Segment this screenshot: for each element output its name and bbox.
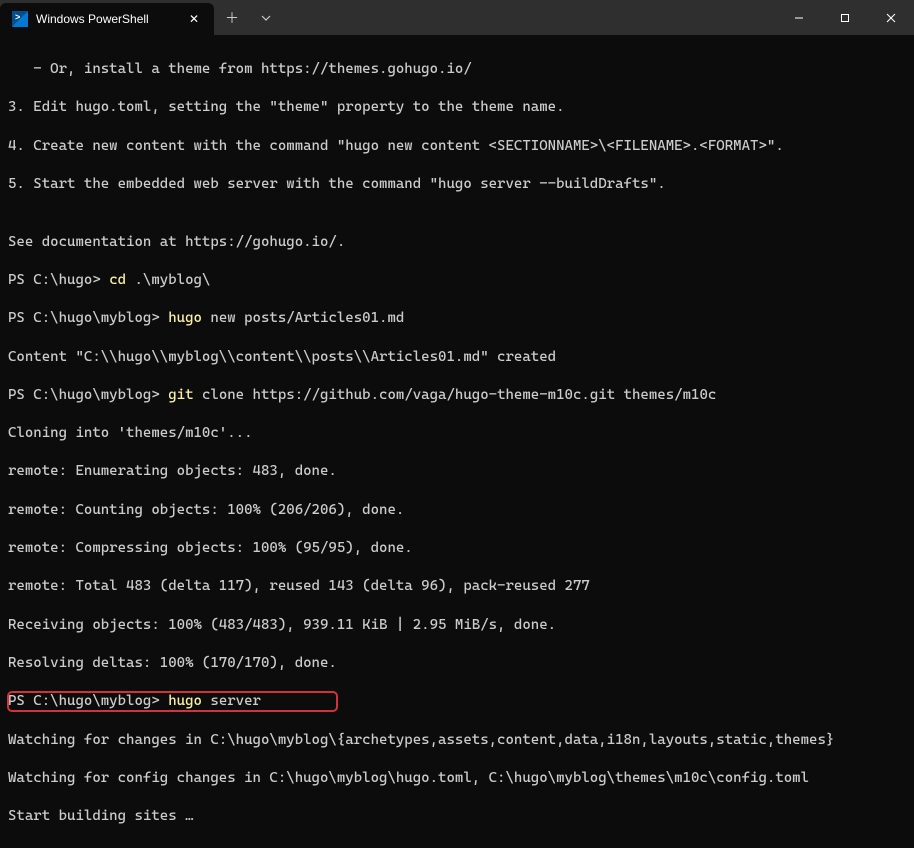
command-arg: clone https://github.com/vaga/hugo-theme…	[202, 387, 716, 403]
output-line: 4. Create new content with the command "…	[8, 137, 906, 156]
output-line: 5. Start the embedded web server with th…	[8, 175, 906, 194]
output-line: 3. Edit hugo.toml, setting the "theme" p…	[8, 98, 906, 117]
tab-dropdown-button[interactable]	[254, 6, 278, 30]
new-tab-button[interactable]: ＋	[220, 6, 244, 30]
powershell-icon	[12, 11, 28, 27]
output-line: Watching for config changes in C:\hugo\m…	[8, 769, 906, 788]
prompt-line: PS C:\hugo\myblog> git clone https://git…	[8, 386, 906, 405]
highlight-box: PS C:\hugo\myblog> hugo server	[8, 692, 337, 711]
output-line: Start building sites …	[8, 807, 906, 826]
command-token: hugo	[168, 693, 210, 709]
maximize-button[interactable]	[822, 13, 868, 23]
command-token: git	[168, 387, 202, 403]
window-titlebar: Windows PowerShell ✕ ＋	[0, 0, 914, 35]
tab-title: Windows PowerShell	[36, 12, 178, 26]
prompt-line: PS C:\hugo> cd .\myblog\	[8, 271, 906, 290]
output-line: - Or, install a theme from https://theme…	[8, 60, 906, 79]
minimize-button[interactable]	[776, 13, 822, 23]
command-arg: server	[210, 693, 261, 709]
output-line: remote: Counting objects: 100% (206/206)…	[8, 501, 906, 520]
output-line: See documentation at https://gohugo.io/.	[8, 233, 906, 252]
output-line: remote: Compressing objects: 100% (95/95…	[8, 539, 906, 558]
ps-prompt: PS C:\hugo>	[8, 272, 109, 288]
terminal-output[interactable]: - Or, install a theme from https://theme…	[0, 35, 914, 848]
output-line: Receiving objects: 100% (483/483), 939.1…	[8, 616, 906, 635]
output-line: Cloning into 'themes/m10c'...	[8, 424, 906, 443]
maximize-icon	[840, 13, 850, 23]
output-line: Content "C:\\hugo\\myblog\\content\\post…	[8, 348, 906, 367]
close-icon	[886, 13, 896, 23]
prompt-line: PS C:\hugo\myblog> hugo new posts/Articl…	[8, 309, 906, 328]
command-token: cd	[109, 272, 134, 288]
output-line: remote: Enumerating objects: 483, done.	[8, 462, 906, 481]
window-controls	[776, 13, 914, 23]
highlighted-command: PS C:\hugo\myblog> hugo server	[8, 692, 906, 711]
minimize-icon	[794, 13, 804, 23]
ps-prompt: PS C:\hugo\myblog>	[8, 310, 168, 326]
output-line: Resolving deltas: 100% (170/170), done.	[8, 654, 906, 673]
close-button[interactable]	[868, 13, 914, 23]
command-arg: .\myblog\	[134, 272, 210, 288]
ps-prompt: PS C:\hugo\myblog>	[8, 387, 168, 403]
tab-close-button[interactable]: ✕	[186, 11, 202, 27]
terminal-tab-active[interactable]: Windows PowerShell ✕	[0, 3, 214, 35]
chevron-down-icon	[261, 13, 271, 23]
output-line: remote: Total 483 (delta 117), reused 14…	[8, 577, 906, 596]
command-arg: new posts/Articles01.md	[210, 310, 404, 326]
ps-prompt: PS C:\hugo\myblog>	[8, 693, 168, 709]
tabstrip: ＋	[214, 0, 914, 35]
command-token: hugo	[168, 310, 210, 326]
output-line: Watching for changes in C:\hugo\myblog\{…	[8, 731, 906, 750]
